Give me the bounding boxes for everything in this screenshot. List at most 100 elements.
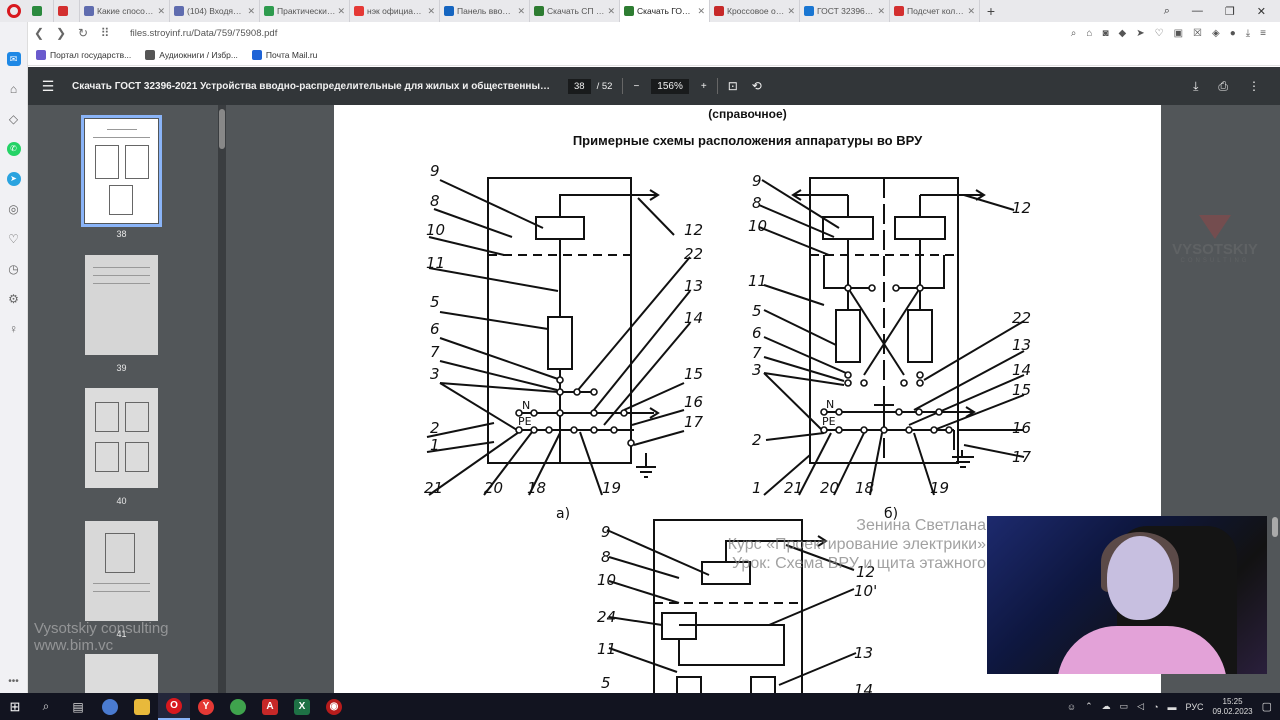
onedrive-icon[interactable]: ◔	[1153, 702, 1158, 712]
browser-tab[interactable]: Какие способы пе✕	[80, 0, 170, 22]
more-options-icon[interactable]: ⋮	[1248, 79, 1260, 94]
volume-icon[interactable]: ◁	[1137, 701, 1144, 712]
thumbnail-page-40[interactable]	[85, 388, 158, 488]
zoom-level-input[interactable]: 156%	[651, 78, 689, 94]
browser-tab[interactable]: (104) Входящие - Г✕	[170, 0, 260, 22]
network-icon[interactable]: ▭	[1120, 701, 1129, 712]
snapshot-icon[interactable]: ▣	[1174, 28, 1183, 39]
translate-icon[interactable]: ⌂	[1086, 28, 1092, 39]
download-icon[interactable]: ⤓	[1193, 79, 1198, 94]
excel-icon[interactable]: X	[286, 693, 318, 720]
thumbnail-page-42[interactable]	[85, 654, 158, 693]
close-box-icon[interactable]: ☒	[1193, 28, 1202, 39]
browser-tab[interactable]: Подсчет количест✕	[890, 0, 980, 22]
system-clock[interactable]: 15:25 09.02.2023	[1213, 697, 1253, 717]
history-icon[interactable]: ◷	[7, 262, 21, 276]
maximize-icon[interactable]: ❐	[1225, 5, 1235, 18]
browser-tab[interactable]: Кроссовое оборуд✕	[710, 0, 800, 22]
thumbnail-page-39[interactable]	[85, 255, 158, 355]
windows-start-icon[interactable]: ⊞	[0, 699, 30, 715]
settings-icon[interactable]: ⚙	[7, 292, 21, 306]
task-view-icon[interactable]: ▤	[62, 693, 94, 720]
webcam-overlay	[987, 516, 1267, 674]
thumbnail-scrollbar[interactable]	[218, 105, 226, 693]
menu-icon[interactable]: ≡	[1260, 28, 1266, 39]
keyboard-lang[interactable]: РУС	[1186, 702, 1204, 712]
yandex-icon[interactable]: Y	[190, 693, 222, 720]
search-tabs-icon[interactable]: ⌕	[1164, 5, 1170, 18]
diagram-label: 16	[1012, 419, 1031, 437]
fit-page-icon[interactable]: ⊡	[728, 79, 738, 93]
browser-tab[interactable]: Практический кур✕	[260, 0, 350, 22]
tab-close-icon[interactable]: ✕	[787, 6, 795, 17]
tab-close-icon[interactable]: ✕	[247, 6, 255, 17]
green-app-icon[interactable]	[222, 693, 254, 720]
speed-dial-icon[interactable]: ⠿	[94, 26, 116, 40]
print-icon[interactable]: ⎙	[1218, 79, 1228, 94]
tab-close-icon[interactable]: ✕	[607, 6, 615, 17]
search-icon[interactable]: ⌕	[30, 693, 62, 720]
tab-close-icon[interactable]: ✕	[877, 6, 885, 17]
cube-icon[interactable]: ◈	[1212, 28, 1220, 39]
hamburger-menu-icon[interactable]: ☰	[28, 78, 68, 95]
whatsapp-icon[interactable]: ✆	[6, 142, 21, 156]
send-icon[interactable]: ➤	[1136, 28, 1144, 39]
browser-tab[interactable]	[54, 0, 80, 22]
bookmark-item[interactable]: Почта Mail.ru	[251, 49, 317, 60]
viewer-scrollbar[interactable]	[1270, 105, 1280, 693]
recorder-icon[interactable]: ◉	[318, 693, 350, 720]
close-window-icon[interactable]: ✕	[1257, 5, 1266, 18]
autocad-icon[interactable]: A	[254, 693, 286, 720]
file-explorer-icon[interactable]	[126, 693, 158, 720]
cortana-icon[interactable]	[94, 693, 126, 720]
telegram-icon[interactable]: ➤	[6, 172, 21, 186]
tray-chevron-icon[interactable]: ⌃	[1085, 701, 1093, 712]
browser-tab[interactable]: нэк официальный✕	[350, 0, 440, 22]
tab-close-icon[interactable]: ✕	[517, 6, 525, 17]
bookmark-item[interactable]: Аудиокниги / Избр...	[145, 49, 238, 60]
thumbnail-page-41[interactable]	[85, 521, 158, 621]
people-icon[interactable]: ☺	[1067, 702, 1076, 712]
tab-close-icon[interactable]: ✕	[157, 6, 165, 17]
extensions-icon[interactable]: ◇	[7, 112, 21, 126]
tab-close-icon[interactable]: ✕	[967, 6, 975, 17]
download-icon[interactable]: ⤓	[1246, 28, 1250, 39]
diagram-label: 1	[752, 479, 762, 497]
back-icon[interactable]: ❮	[28, 26, 50, 40]
zoom-in-icon[interactable]: +	[701, 81, 707, 92]
favorites-icon[interactable]: ♡	[7, 232, 21, 246]
camera-icon[interactable]: ◙	[1102, 28, 1108, 39]
messenger-icon[interactable]: ✉	[6, 52, 21, 66]
player-icon[interactable]: ◎	[7, 202, 21, 216]
notifications-icon[interactable]: ▢	[1262, 700, 1272, 713]
battery-icon[interactable]: ▬	[1168, 702, 1177, 712]
reload-icon[interactable]: ↻	[72, 26, 94, 40]
search-icon[interactable]: ⌕	[1071, 28, 1077, 39]
cloud-icon[interactable]: ☁	[1102, 701, 1111, 712]
more-icon[interactable]: •••	[8, 676, 19, 687]
page-number-input[interactable]: 38	[568, 78, 591, 94]
browser-tab[interactable]: Скачать ГОСТ 3239✕	[620, 0, 710, 22]
url-field[interactable]: files.stroyinf.ru/Data/759/75908.pdf	[130, 28, 277, 39]
zoom-out-icon[interactable]: −	[633, 81, 639, 92]
bookmark-item[interactable]: Портал государств...	[36, 49, 131, 60]
rotate-icon[interactable]: ⟲	[752, 79, 762, 93]
opera-logo-icon[interactable]	[0, 0, 28, 22]
browser-tab[interactable]: ГОСТ 32396-2013✕	[800, 0, 890, 22]
tips-icon[interactable]: ♀	[7, 322, 21, 336]
thumbnail-page-38[interactable]	[81, 115, 162, 227]
tab-close-icon[interactable]: ✕	[337, 6, 345, 17]
browser-tab[interactable]: Панель вводная В✕	[440, 0, 530, 22]
vpn-icon[interactable]: ◆	[1119, 28, 1127, 39]
minimize-icon[interactable]: —	[1192, 5, 1203, 18]
home-icon[interactable]: ⌂	[7, 82, 21, 96]
new-tab-button[interactable]: +	[980, 3, 1002, 19]
browser-tab[interactable]	[28, 0, 54, 22]
browser-tab[interactable]: Скачать СП 76.133✕	[530, 0, 620, 22]
profile-icon[interactable]: ●	[1230, 28, 1236, 39]
heart-icon[interactable]: ♡	[1155, 28, 1164, 39]
tab-close-icon[interactable]: ✕	[427, 6, 435, 17]
forward-icon[interactable]: ❯	[50, 26, 72, 40]
opera-taskbar-icon[interactable]: O	[158, 693, 190, 720]
tab-close-icon[interactable]: ✕	[697, 6, 705, 17]
